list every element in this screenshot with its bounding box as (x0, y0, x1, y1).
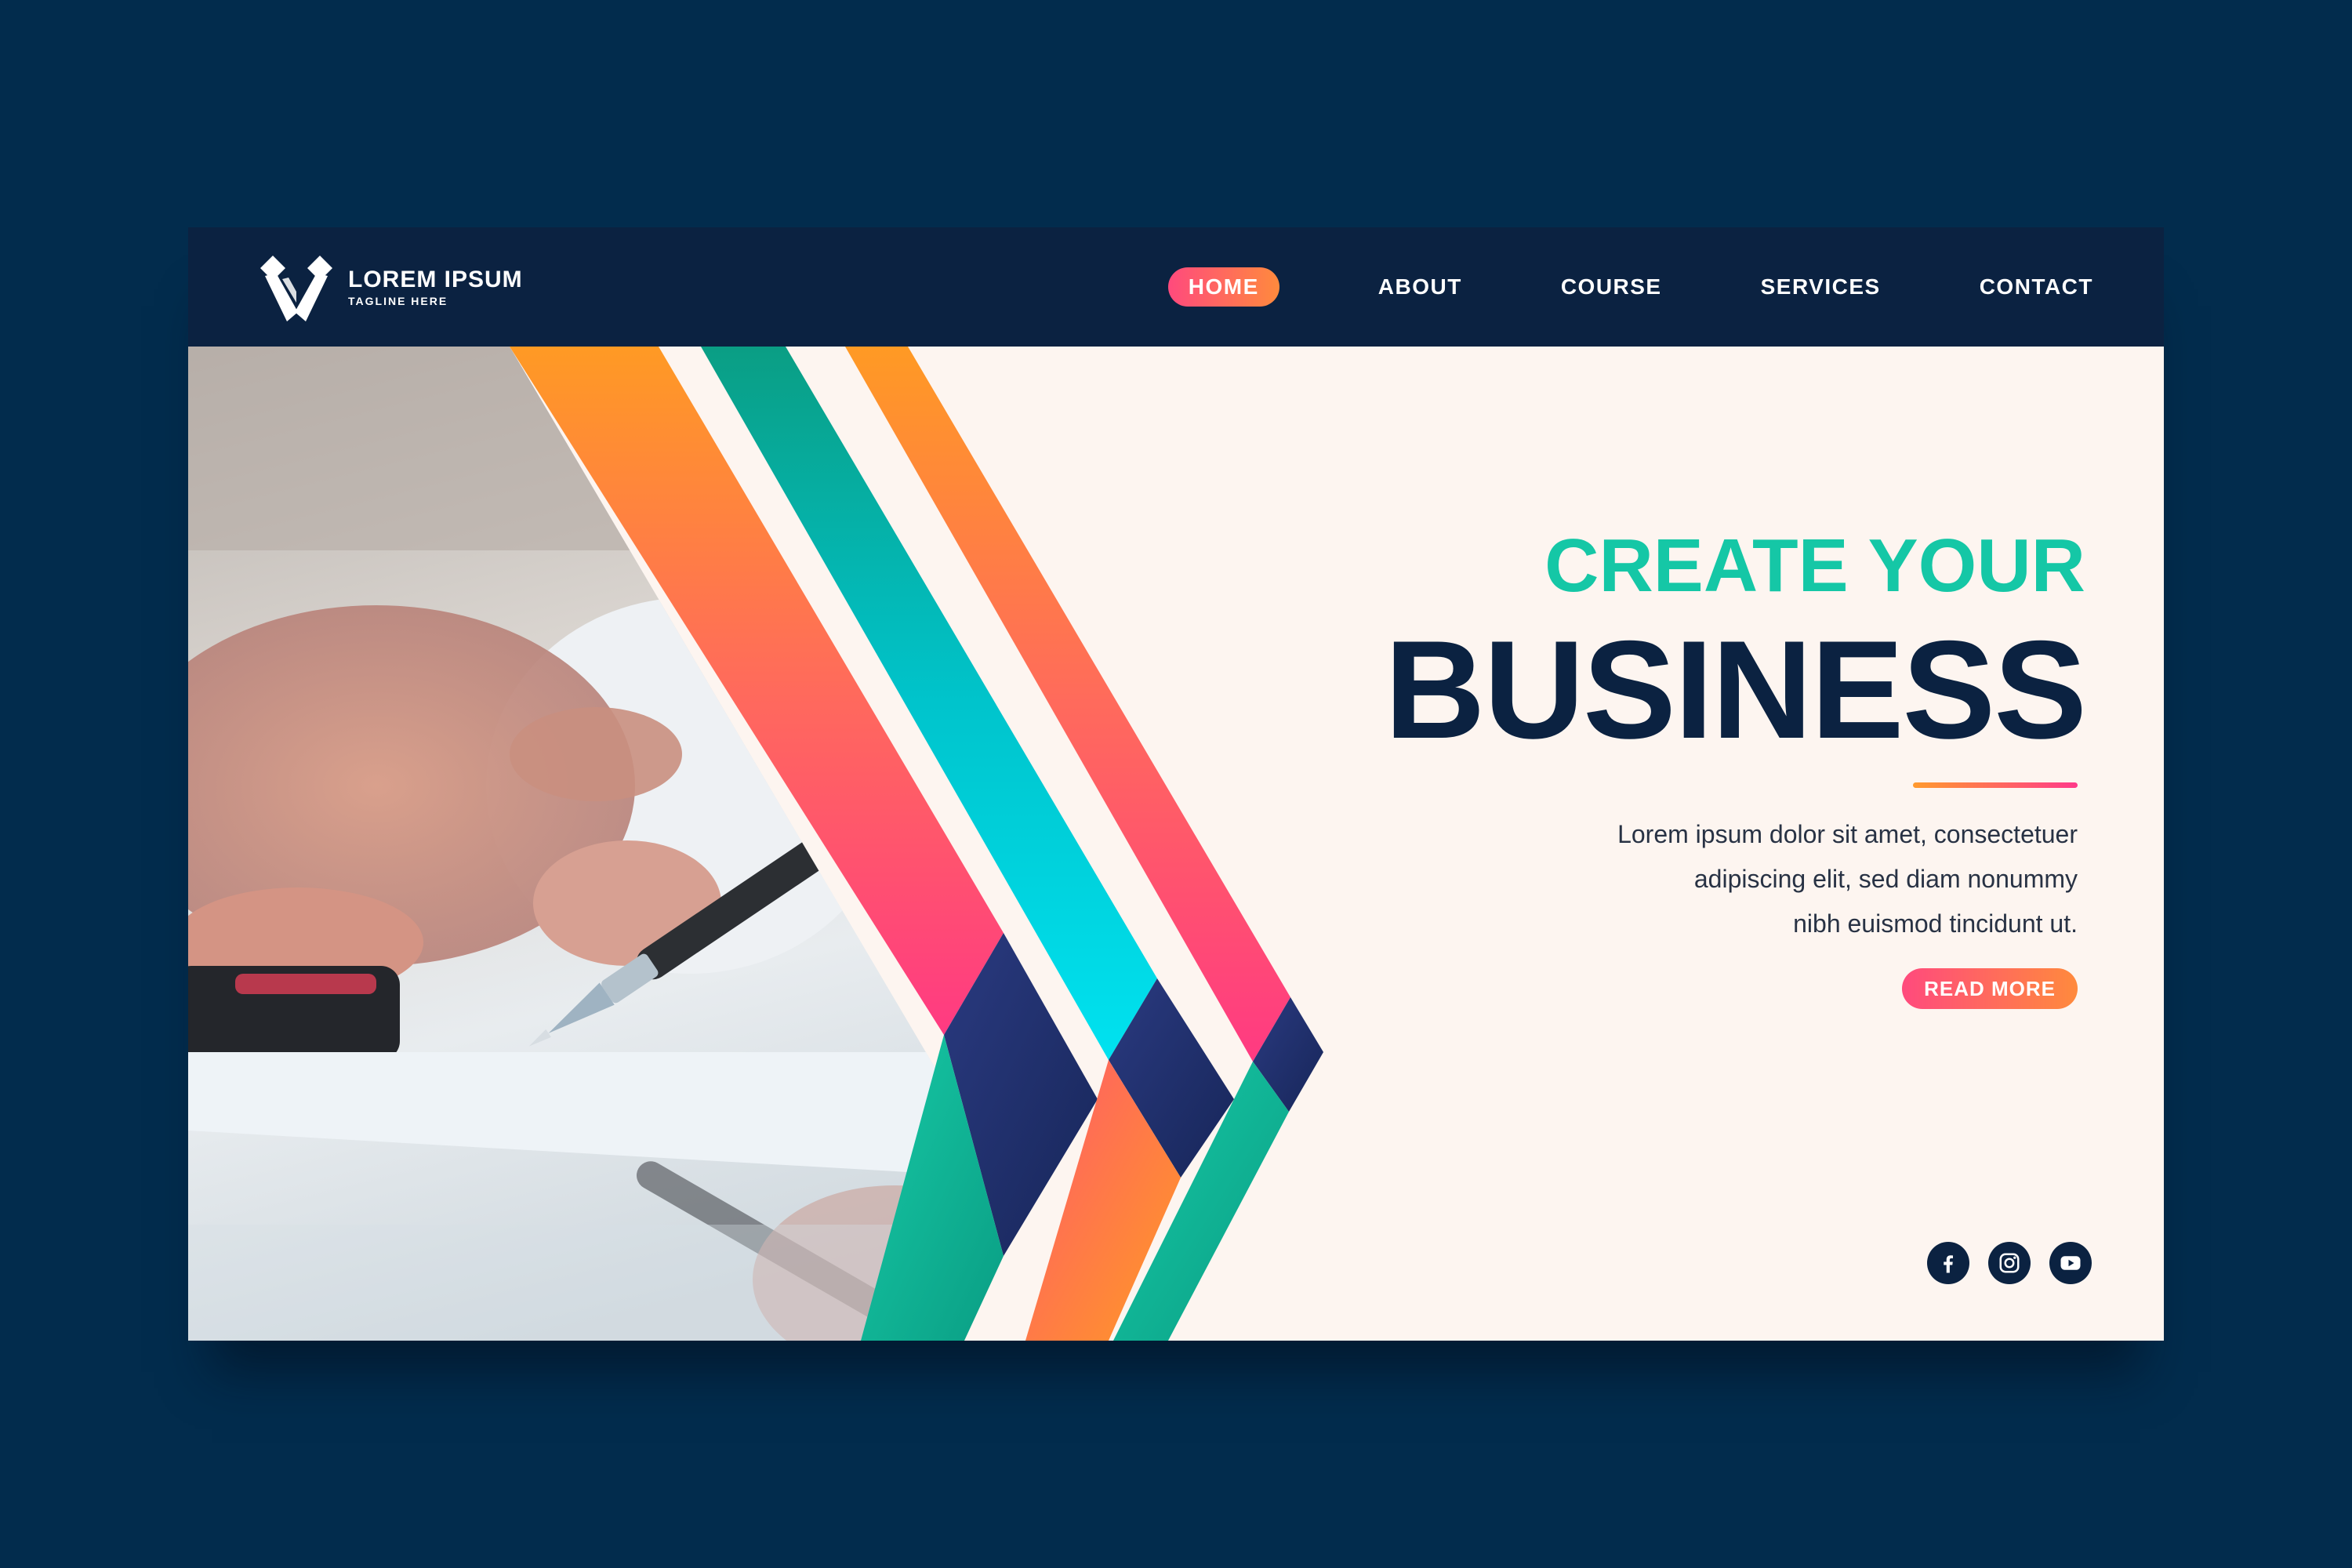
hero-section: CREATE YOUR BUSINESS Lorem ipsum dolor s… (188, 347, 2164, 1341)
hero-title: BUSINESS (1385, 612, 2087, 768)
hero-divider (1913, 782, 2078, 788)
instagram-icon[interactable] (1988, 1242, 2031, 1284)
hero-kicker: CREATE YOUR (1544, 524, 2085, 608)
hero-copy: CREATE YOUR BUSINESS Lorem ipsum dolor s… (1223, 524, 2087, 1009)
nav-item-about[interactable]: ABOUT (1378, 265, 1462, 309)
nav-item-course[interactable]: COURSE (1561, 265, 1662, 309)
hero-body-line: nibh euismod tincidunt ut. (1793, 909, 2078, 938)
brand-name: LOREM IPSUM (348, 267, 523, 292)
social-links (1908, 1242, 2092, 1284)
v-chevron-logo-icon (260, 256, 332, 321)
facebook-icon[interactable] (1927, 1242, 1969, 1284)
read-more-button[interactable]: READ MORE (1902, 968, 2078, 1009)
landing-page-mockup: LOREM IPSUM TAGLINE HERE HOME ABOUT COUR… (188, 227, 2164, 1341)
navbar: LOREM IPSUM TAGLINE HERE HOME ABOUT COUR… (188, 227, 2164, 347)
hero-photo (188, 347, 1323, 1341)
nav-item-services[interactable]: SERVICES (1761, 265, 1881, 309)
hero-body-line: Lorem ipsum dolor sit amet, consectetuer (1617, 820, 2078, 848)
hero-body-line: adipiscing elit, sed diam nonummy (1693, 865, 2078, 893)
main-nav: HOME ABOUT COURSE SERVICES CONTACT (1167, 265, 2093, 309)
brand-logo[interactable]: LOREM IPSUM TAGLINE HERE (260, 256, 523, 321)
brand-tagline: TAGLINE HERE (348, 295, 448, 307)
hero-body: Lorem ipsum dolor sit amet, consectetuer… (1223, 812, 2078, 946)
nav-item-contact[interactable]: CONTACT (1980, 265, 2093, 309)
brand-text: LOREM IPSUM TAGLINE HERE (348, 267, 523, 310)
nav-item-home[interactable]: HOME (1167, 267, 1279, 307)
youtube-icon[interactable] (2049, 1242, 2092, 1284)
